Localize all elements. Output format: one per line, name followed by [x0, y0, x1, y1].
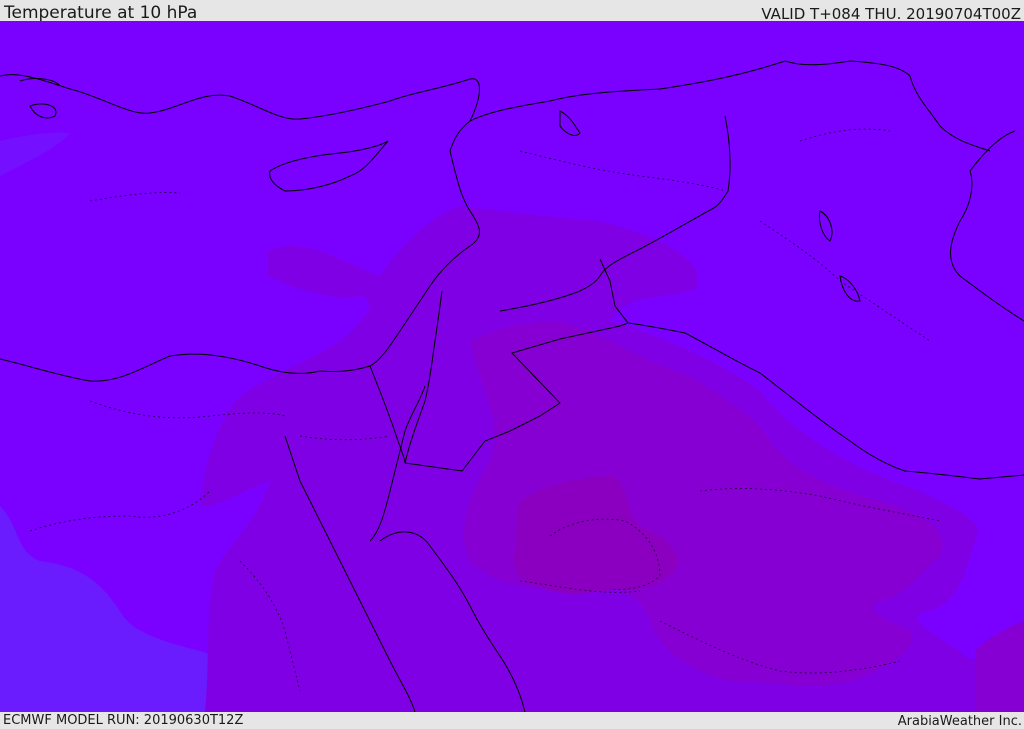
bottom-bar: ECMWF MODEL RUN: 20190630T12Z ArabiaWeat… — [0, 712, 1024, 729]
weather-map[interactable] — [0, 21, 1024, 712]
model-run-label: ECMWF MODEL RUN: 20190630T12Z — [3, 713, 244, 728]
top-bar: Temperature at 10 hPa VALID T+084 THU. 2… — [0, 0, 1024, 23]
credit-label: ArabiaWeather Inc. — [897, 714, 1022, 729]
map-title: Temperature at 10 hPa — [4, 3, 198, 23]
map-canvas — [0, 21, 1024, 712]
